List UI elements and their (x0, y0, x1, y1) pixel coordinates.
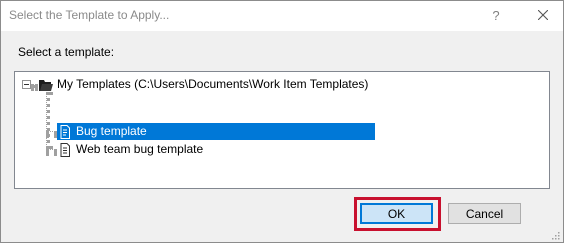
tree-node-root[interactable]: My Templates (C:\Users\Documents\Work It… (38, 76, 371, 93)
resize-grip-icon[interactable] (550, 229, 560, 240)
template-dialog: Select the Template to Apply... ? Select… (0, 0, 564, 243)
folder-icon (38, 77, 54, 93)
close-icon (538, 10, 548, 20)
template-file-icon (57, 124, 73, 140)
tree-node-bug-template[interactable]: Bug template (57, 123, 150, 140)
tree-node-label: Bug template (76, 124, 147, 138)
window-title: Select the Template to Apply... (9, 8, 170, 22)
dialog-body: Select a template: My Templates (C:\User… (1, 31, 563, 242)
tree-connector (46, 149, 57, 153)
template-prompt: Select a template: (18, 45, 115, 59)
tree-node-web-team-bug-template[interactable]: Web team bug template (57, 141, 206, 158)
close-button[interactable] (530, 3, 556, 27)
ok-button[interactable]: OK (360, 203, 433, 224)
help-button[interactable]: ? (483, 3, 509, 27)
title-bar: Select the Template to Apply... ? (1, 1, 563, 31)
tree-connector (31, 84, 38, 88)
collapse-toggle[interactable] (22, 80, 31, 89)
document-icon (57, 142, 73, 158)
cancel-button[interactable]: Cancel (448, 203, 521, 224)
tree-node-label: My Templates (C:\Users\Documents\Work It… (57, 77, 369, 91)
tree-connector (46, 131, 57, 135)
template-tree[interactable]: My Templates (C:\Users\Documents\Work It… (14, 71, 550, 189)
tree-connector (46, 92, 50, 149)
tree-node-label: Web team bug template (76, 142, 204, 156)
